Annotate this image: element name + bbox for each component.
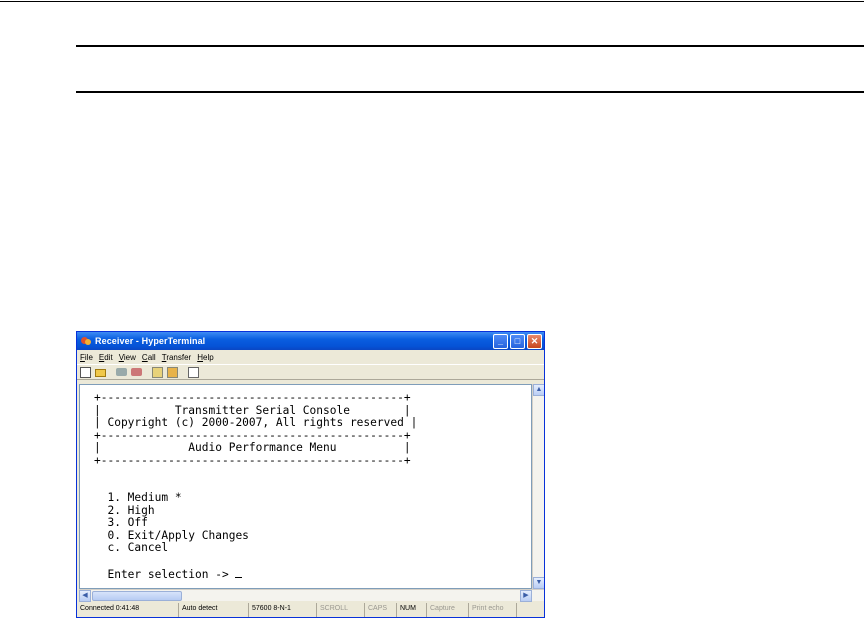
status-num: NUM	[397, 603, 427, 617]
menu-edit[interactable]: Edit	[99, 353, 113, 362]
horizontal-scrollbar[interactable]: ◀ ▶	[79, 589, 544, 602]
new-icon[interactable]	[80, 366, 91, 378]
scroll-down-icon[interactable]: ▼	[533, 577, 544, 589]
receive-icon[interactable]	[167, 366, 178, 378]
minimize-button[interactable]: _	[493, 333, 508, 349]
terminal-line: | Audio Performance Menu |	[94, 441, 411, 454]
menu-option-cancel: c. Cancel	[94, 541, 169, 554]
text-cursor	[235, 567, 243, 578]
toolbar	[77, 364, 544, 380]
status-caps: CAPS	[365, 603, 397, 617]
status-bar: Connected 0:41:48 Auto detect 57600 8-N-…	[77, 603, 544, 617]
top-rule	[0, 1, 864, 2]
hyperterminal-window: Receiver - HyperTerminal _ □ ✕ File Edit…	[76, 331, 545, 618]
menu-option-medium: 1. Medium *	[94, 491, 182, 504]
send-icon[interactable]	[152, 366, 163, 378]
terminal-line: +---------------------------------------…	[94, 453, 411, 467]
status-print-echo: Print echo	[469, 603, 517, 617]
title-bar[interactable]: Receiver - HyperTerminal _ □ ✕	[77, 332, 544, 350]
window-title: Receiver - HyperTerminal	[95, 336, 206, 346]
scroll-left-icon[interactable]: ◀	[79, 590, 91, 602]
menu-option-high: 2. High	[94, 503, 155, 517]
menu-bar: File Edit View Call Transfer Help	[77, 350, 544, 364]
menu-view[interactable]: View	[119, 353, 136, 362]
vertical-scrollbar[interactable]: ▲ ▼	[532, 384, 544, 589]
status-capture: Capture	[427, 603, 469, 617]
hyperterminal-app-icon[interactable]	[80, 335, 92, 347]
terminal-text: +---------------------------------------…	[94, 391, 418, 582]
menu-file[interactable]: File	[80, 353, 93, 362]
disconnect-icon[interactable]	[131, 368, 142, 376]
open-icon[interactable]	[95, 369, 106, 377]
status-settings: 57600 8-N-1	[249, 603, 317, 617]
terminal-line: | Copyright (c) 2000-2007, All rights re…	[94, 416, 418, 429]
section-rule-lower	[76, 91, 864, 93]
menu-call[interactable]: Call	[142, 353, 156, 362]
menu-option-exit-apply: 0. Exit/Apply Changes	[94, 528, 249, 542]
scroll-right-icon[interactable]: ▶	[520, 590, 532, 602]
status-scroll: SCROLL	[317, 603, 365, 617]
maximize-button[interactable]: □	[510, 333, 525, 349]
status-detect: Auto detect	[179, 603, 249, 617]
status-connected: Connected 0:41:48	[77, 603, 179, 617]
dial-icon[interactable]	[116, 368, 127, 376]
selection-prompt: Enter selection ->	[94, 568, 236, 581]
close-button[interactable]: ✕	[527, 333, 542, 349]
section-rule-upper	[76, 45, 864, 47]
terminal-line: | Transmitter Serial Console |	[94, 403, 411, 417]
scroll-up-icon[interactable]: ▲	[533, 384, 544, 396]
terminal-line: +---------------------------------------…	[94, 391, 411, 404]
properties-icon[interactable]	[188, 366, 199, 378]
terminal-area[interactable]: +---------------------------------------…	[79, 384, 532, 589]
horizontal-scroll-thumb[interactable]	[92, 591, 182, 601]
menu-transfer[interactable]: Transfer	[162, 353, 192, 362]
menu-option-off: 3. Off	[94, 516, 148, 529]
terminal-line: +---------------------------------------…	[94, 428, 411, 442]
menu-help[interactable]: Help	[197, 353, 213, 362]
